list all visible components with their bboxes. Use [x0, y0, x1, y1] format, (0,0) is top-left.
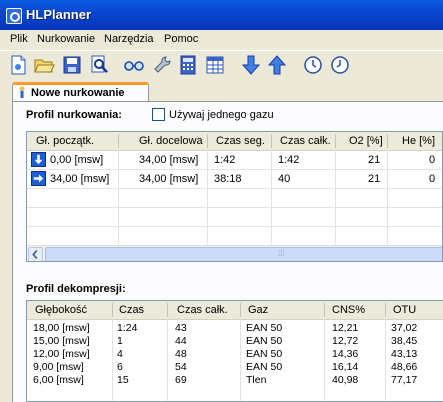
new-document-icon[interactable]	[7, 54, 29, 76]
col-o2[interactable]: O2 [%]	[349, 135, 383, 147]
col-gas[interactable]: Gaz	[248, 304, 268, 316]
decompression-grid[interactable]: Głębokość Czas Czas całk. Gaz CNS% OTU 1…	[26, 300, 443, 402]
time-cell: 4	[117, 348, 123, 360]
arrow-up-icon[interactable]	[266, 54, 288, 76]
he-percent[interactable]: 0	[429, 154, 435, 166]
gas-cell: EAN 50	[246, 348, 283, 360]
depth-cell: 15,00 [msw]	[33, 335, 90, 347]
single-gas-checkbox[interactable]	[152, 108, 165, 121]
otu-cell: 77,17	[391, 374, 418, 386]
time-cell: 1:24	[117, 322, 138, 334]
total-time-cell: 54	[175, 361, 187, 373]
col-otu[interactable]: OTU	[393, 304, 416, 316]
save-icon[interactable]	[61, 54, 83, 76]
wrench-icon[interactable]	[151, 54, 173, 76]
seg-time[interactable]: 38:18	[214, 173, 242, 185]
cns-cell: 14,36	[332, 348, 359, 360]
col-total-time[interactable]: Czas całk.	[280, 135, 331, 147]
cns-cell: 12,72	[332, 335, 359, 347]
otu-cell: 37,02	[391, 322, 418, 334]
chevron-left-icon	[32, 250, 38, 259]
tab-new-dive[interactable]: Nowe nurkowanie	[12, 82, 149, 102]
total-time-cell: 44	[175, 335, 187, 347]
time-cell: 6	[117, 361, 123, 373]
otu-cell: 43,13	[391, 348, 418, 360]
single-gas-label: Używaj jednego gazu	[169, 109, 274, 121]
title-bar[interactable]: HLPlanner	[0, 0, 443, 31]
gas-cell: EAN 50	[246, 322, 283, 334]
scroll-left-button[interactable]	[28, 247, 43, 261]
diver-icon	[19, 86, 25, 98]
menu-bar: Plik Nurkowanie Narzędzia Pomoc	[0, 30, 443, 49]
arrow-down-icon[interactable]	[31, 152, 46, 167]
open-folder-icon[interactable]	[33, 54, 55, 76]
col-he[interactable]: He [%]	[402, 135, 435, 147]
toolbar	[0, 50, 443, 81]
grid-header: Głębokość Czas Czas całk. Gaz CNS% OTU	[27, 301, 443, 320]
tab-strip: Nowe nurkowanie	[0, 82, 443, 102]
menu-pomoc[interactable]: Pomoc	[164, 33, 198, 45]
col-seg-time[interactable]: Czas seg.	[216, 135, 265, 147]
he-percent[interactable]: 0	[429, 173, 435, 185]
o2-percent[interactable]: 21	[368, 154, 380, 166]
depth-cell: 18,00 [msw]	[33, 322, 90, 334]
scroll-thumb[interactable]: ⁞⁞⁞	[45, 247, 442, 261]
app-icon	[6, 8, 22, 24]
cns-cell: 40,98	[332, 374, 359, 386]
time-cell: 15	[117, 374, 129, 386]
col-start-depth[interactable]: Gł. początk.	[36, 135, 94, 147]
col-time[interactable]: Czas	[119, 304, 144, 316]
total-time[interactable]: 40	[278, 173, 290, 185]
start-depth[interactable]: 0,00 [msw]	[50, 154, 103, 166]
total-time[interactable]: 1:42	[278, 154, 299, 166]
o2-percent[interactable]: 21	[368, 173, 380, 185]
clock-icon[interactable]	[329, 54, 351, 76]
col-depth[interactable]: Głębokość	[35, 304, 87, 316]
cns-cell: 12,21	[332, 322, 359, 334]
arrow-down-icon[interactable]	[240, 54, 262, 76]
otu-cell: 48,66	[391, 361, 418, 373]
decompression-title: Profil dekompresji:	[26, 283, 126, 295]
gas-cell: EAN 50	[246, 361, 283, 373]
tab-label: Nowe nurkowanie	[31, 87, 125, 99]
depth-cell: 9,00 [msw]	[33, 361, 84, 373]
gas-cell: Tlen	[246, 374, 267, 386]
table-icon[interactable]	[204, 54, 226, 76]
otu-cell: 38,45	[391, 335, 418, 347]
gas-cell: EAN 50	[246, 335, 283, 347]
total-time-cell: 48	[175, 348, 187, 360]
horizontal-scrollbar[interactable]: ⁞⁞⁞	[27, 245, 442, 261]
menu-plik[interactable]: Plik	[10, 33, 28, 45]
target-depth[interactable]: 34,00 [msw]	[139, 154, 198, 166]
glasses-icon[interactable]	[123, 54, 145, 76]
col-cns[interactable]: CNS%	[332, 304, 365, 316]
print-preview-icon[interactable]	[88, 54, 110, 76]
profile-title: Profil nurkowania:	[26, 109, 122, 121]
start-depth[interactable]: 34,00 [msw]	[50, 173, 109, 185]
cns-cell: 16,14	[332, 361, 359, 373]
target-depth[interactable]: 34,00 [msw]	[139, 173, 198, 185]
dive-profile-grid[interactable]: Gł. początk. Gł. docelowa Czas seg. Czas…	[26, 131, 443, 262]
arrow-right-icon[interactable]	[31, 171, 46, 186]
depth-cell: 12,00 [msw]	[33, 348, 90, 360]
menu-nurkowanie[interactable]: Nurkowanie	[37, 33, 95, 45]
grid-header: Gł. początk. Gł. docelowa Czas seg. Czas…	[27, 132, 442, 151]
time-cell: 1	[117, 335, 123, 347]
total-time-cell: 69	[175, 374, 187, 386]
col-target-depth[interactable]: Gł. docelowa	[139, 135, 203, 147]
depth-cell: 6,00 [msw]	[33, 374, 84, 386]
window-title: HLPlanner	[26, 7, 92, 22]
clock-icon[interactable]	[302, 54, 324, 76]
seg-time[interactable]: 1:42	[214, 154, 235, 166]
col-total-time[interactable]: Czas całk.	[177, 304, 228, 316]
menu-narzedzia[interactable]: Narzędzia	[104, 33, 154, 45]
total-time-cell: 43	[175, 322, 187, 334]
calculator-icon[interactable]	[177, 54, 199, 76]
thumb-grip: ⁞⁞⁞	[278, 249, 285, 258]
